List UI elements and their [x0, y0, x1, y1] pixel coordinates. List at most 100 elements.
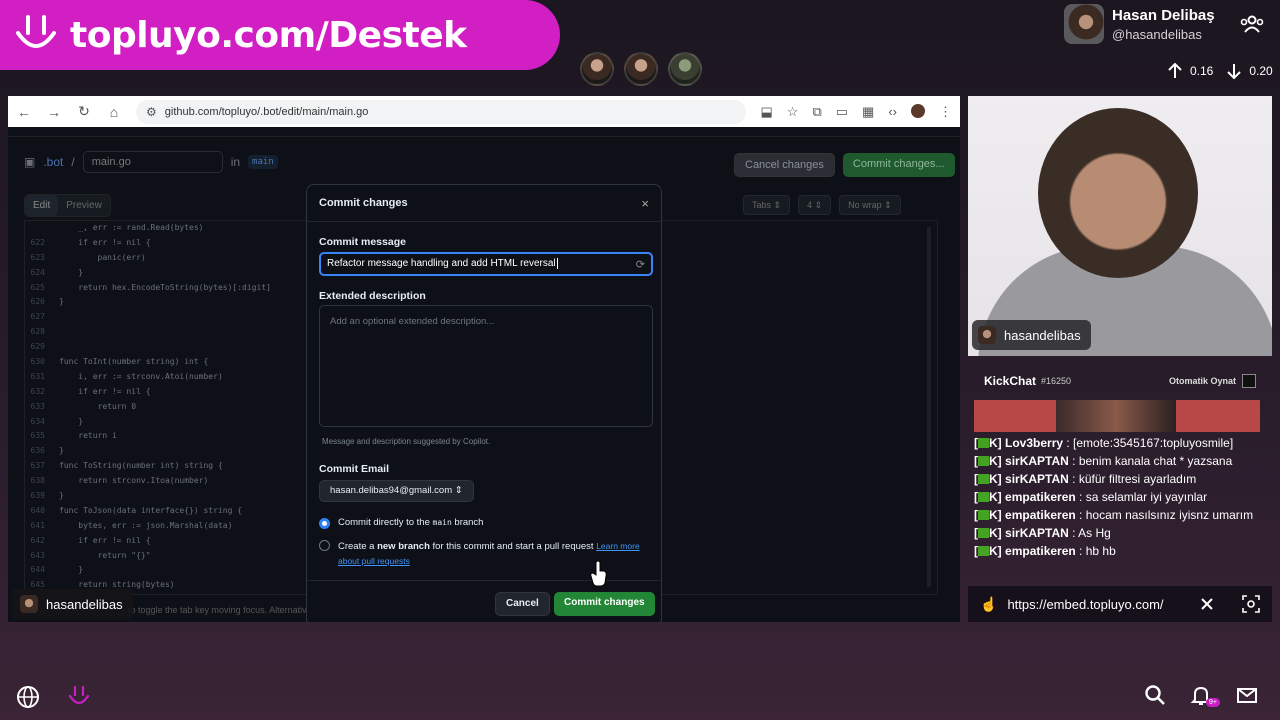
forward-icon[interactable]: → — [46, 104, 62, 120]
commit-message-label: Commit message — [319, 236, 406, 248]
viewer-avatars — [580, 52, 702, 86]
install-icon[interactable]: ⬓ — [760, 104, 772, 120]
banner-text: topluyo.com/Destek — [70, 14, 467, 56]
chat-username[interactable]: empatikeren — [1005, 508, 1076, 522]
line-code: } — [59, 267, 84, 277]
filename-input[interactable]: main.go — [82, 151, 223, 173]
chat-message: [K] sirKAPTAN : As Hg — [974, 524, 1264, 542]
line-code: if err != nil { — [59, 535, 151, 545]
chat-username[interactable]: Lov3berry — [1005, 436, 1063, 450]
cancel-button[interactable]: Cancel — [495, 592, 550, 616]
wrap-mode-select[interactable]: No wrap ⇕ — [839, 195, 901, 215]
radio-direct-text: Commit directly to the — [338, 517, 430, 528]
notification-badge: 9+ — [1206, 698, 1220, 707]
kick-badge-icon — [978, 474, 989, 484]
avatar[interactable] — [624, 52, 658, 86]
regenerate-icon[interactable]: ⟳ — [636, 258, 645, 271]
topluyo-icon[interactable] — [66, 684, 92, 710]
chat-text: : As Hg — [1068, 526, 1111, 540]
site-settings-icon[interactable]: ⚙ — [146, 105, 157, 119]
code-icon[interactable]: ‹› — [888, 104, 897, 120]
search-icon[interactable] — [1144, 684, 1166, 706]
kick-badge-icon — [978, 456, 989, 466]
chat-username[interactable]: empatikeren — [1005, 544, 1076, 558]
autoplay-toggle[interactable]: Otomatik Oynat — [1169, 374, 1256, 388]
platform-tag-close: K] — [989, 526, 1002, 540]
line-number: 630 — [30, 357, 45, 367]
star-icon[interactable]: ☆ — [787, 104, 799, 120]
radio-button[interactable] — [319, 518, 330, 529]
line-number: 644 — [30, 565, 45, 575]
repo-link[interactable]: .bot — [43, 155, 63, 169]
line-code: return "{}" — [59, 550, 151, 560]
back-icon[interactable]: ← — [16, 104, 32, 120]
webcam-feed — [968, 96, 1272, 356]
commit-changes-button[interactable]: Commit changes... — [842, 153, 955, 177]
screenshot-icon[interactable] — [1242, 595, 1260, 613]
cancel-changes-button[interactable]: Cancel changes — [734, 153, 835, 177]
kick-badge-icon — [978, 438, 989, 448]
url-text: github.com/topluyo/.bot/edit/main/main.g… — [164, 105, 369, 118]
arrow-up-icon — [1168, 62, 1182, 78]
path-separator: / — [71, 155, 75, 169]
chat-message: [K] sirKAPTAN : küfür filtresi ayarladım — [974, 470, 1264, 488]
tab-preview[interactable]: Preview — [58, 195, 110, 216]
line-number: 640 — [30, 505, 45, 515]
file-path: ▣ .bot / main.go in main — [24, 151, 278, 173]
extensions-icon[interactable]: ⧉ — [812, 104, 821, 120]
commit-message-value: Refactor message handling and add HTML r… — [327, 258, 556, 270]
description-textarea[interactable]: Add an optional extended description... — [319, 305, 653, 427]
avatar[interactable] — [580, 52, 614, 86]
radio-direct-suffix: branch — [454, 517, 484, 528]
close-icon[interactable] — [1200, 597, 1214, 611]
scrollbar[interactable] — [927, 227, 931, 587]
address-bar[interactable]: ⚙ github.com/topluyo/.bot/edit/main/main… — [136, 99, 747, 124]
profile-handle: @hasandelibas — [1112, 26, 1202, 42]
file-icon: ▣ — [24, 155, 36, 169]
wrap-mode-value: No wrap — [848, 200, 882, 210]
commit-button[interactable]: Commit changes — [554, 592, 655, 616]
platform-tag-close: K] — [989, 454, 1002, 468]
profile-avatar[interactable] — [911, 103, 925, 118]
line-number: 632 — [30, 386, 45, 396]
globe-icon[interactable] — [16, 685, 40, 709]
commit-dialog: Commit changes × Commit message Refactor… — [306, 184, 662, 622]
webcam-username: hasandelibas — [1004, 327, 1081, 343]
reload-icon[interactable]: ↻ — [76, 103, 92, 120]
chat-username[interactable]: sirKAPTAN — [1005, 454, 1069, 468]
qr-icon[interactable]: ▦ — [862, 104, 874, 120]
line-code: i, err := strconv.Atoi(number) — [59, 371, 223, 381]
indent-mode-value: Tabs — [752, 200, 772, 210]
radio-button[interactable] — [319, 540, 330, 551]
arrow-down-icon — [1227, 64, 1242, 80]
sidebar-icon[interactable]: ▭ — [836, 104, 848, 120]
autoplay-checkbox[interactable] — [1242, 374, 1256, 388]
mail-icon[interactable] — [1236, 684, 1258, 706]
line-code: func ToString(number int) string { — [59, 461, 223, 471]
line-number: 629 — [30, 342, 45, 352]
hand-icon[interactable]: ☝ — [980, 596, 997, 613]
profile[interactable]: Hasan Delibaş @hasandelibas — [1064, 4, 1215, 44]
browser-window: ← → ↻ ⌂ ⚙ github.com/topluyo/.bot/edit/m… — [8, 96, 960, 622]
embed-url[interactable]: https://embed.topluyo.com/ — [1007, 597, 1190, 612]
people-icon[interactable] — [1240, 14, 1264, 39]
chat-username[interactable]: empatikeren — [1005, 490, 1076, 504]
radio-commit-direct[interactable]: Commit directly to the main branch — [319, 517, 483, 529]
line-number: 628 — [30, 327, 45, 337]
tab-edit[interactable]: Edit — [25, 195, 59, 216]
chat-username[interactable]: sirKAPTAN — [1005, 472, 1069, 486]
line-code: return 0 — [59, 401, 137, 411]
chat-username[interactable]: sirKAPTAN — [1005, 526, 1069, 540]
email-select[interactable]: hasan.delibas94@gmail.com ⇕ — [319, 480, 474, 502]
close-icon[interactable]: × — [641, 196, 649, 211]
platform-tag-close: K] — [989, 472, 1002, 486]
chat-title: KickChat — [984, 374, 1037, 388]
chat-messages: [K] Lov3berry : [emote:3545167:topluyosm… — [974, 434, 1264, 560]
indent-size-select[interactable]: 4 ⇕ — [798, 195, 832, 215]
line-number: 639 — [30, 491, 45, 501]
avatar[interactable] — [668, 52, 702, 86]
home-icon[interactable]: ⌂ — [106, 104, 122, 120]
indent-mode-select[interactable]: Tabs ⇕ — [743, 195, 791, 215]
menu-icon[interactable]: ⋮ — [939, 104, 952, 120]
commit-message-input[interactable]: Refactor message handling and add HTML r… — [319, 252, 653, 276]
